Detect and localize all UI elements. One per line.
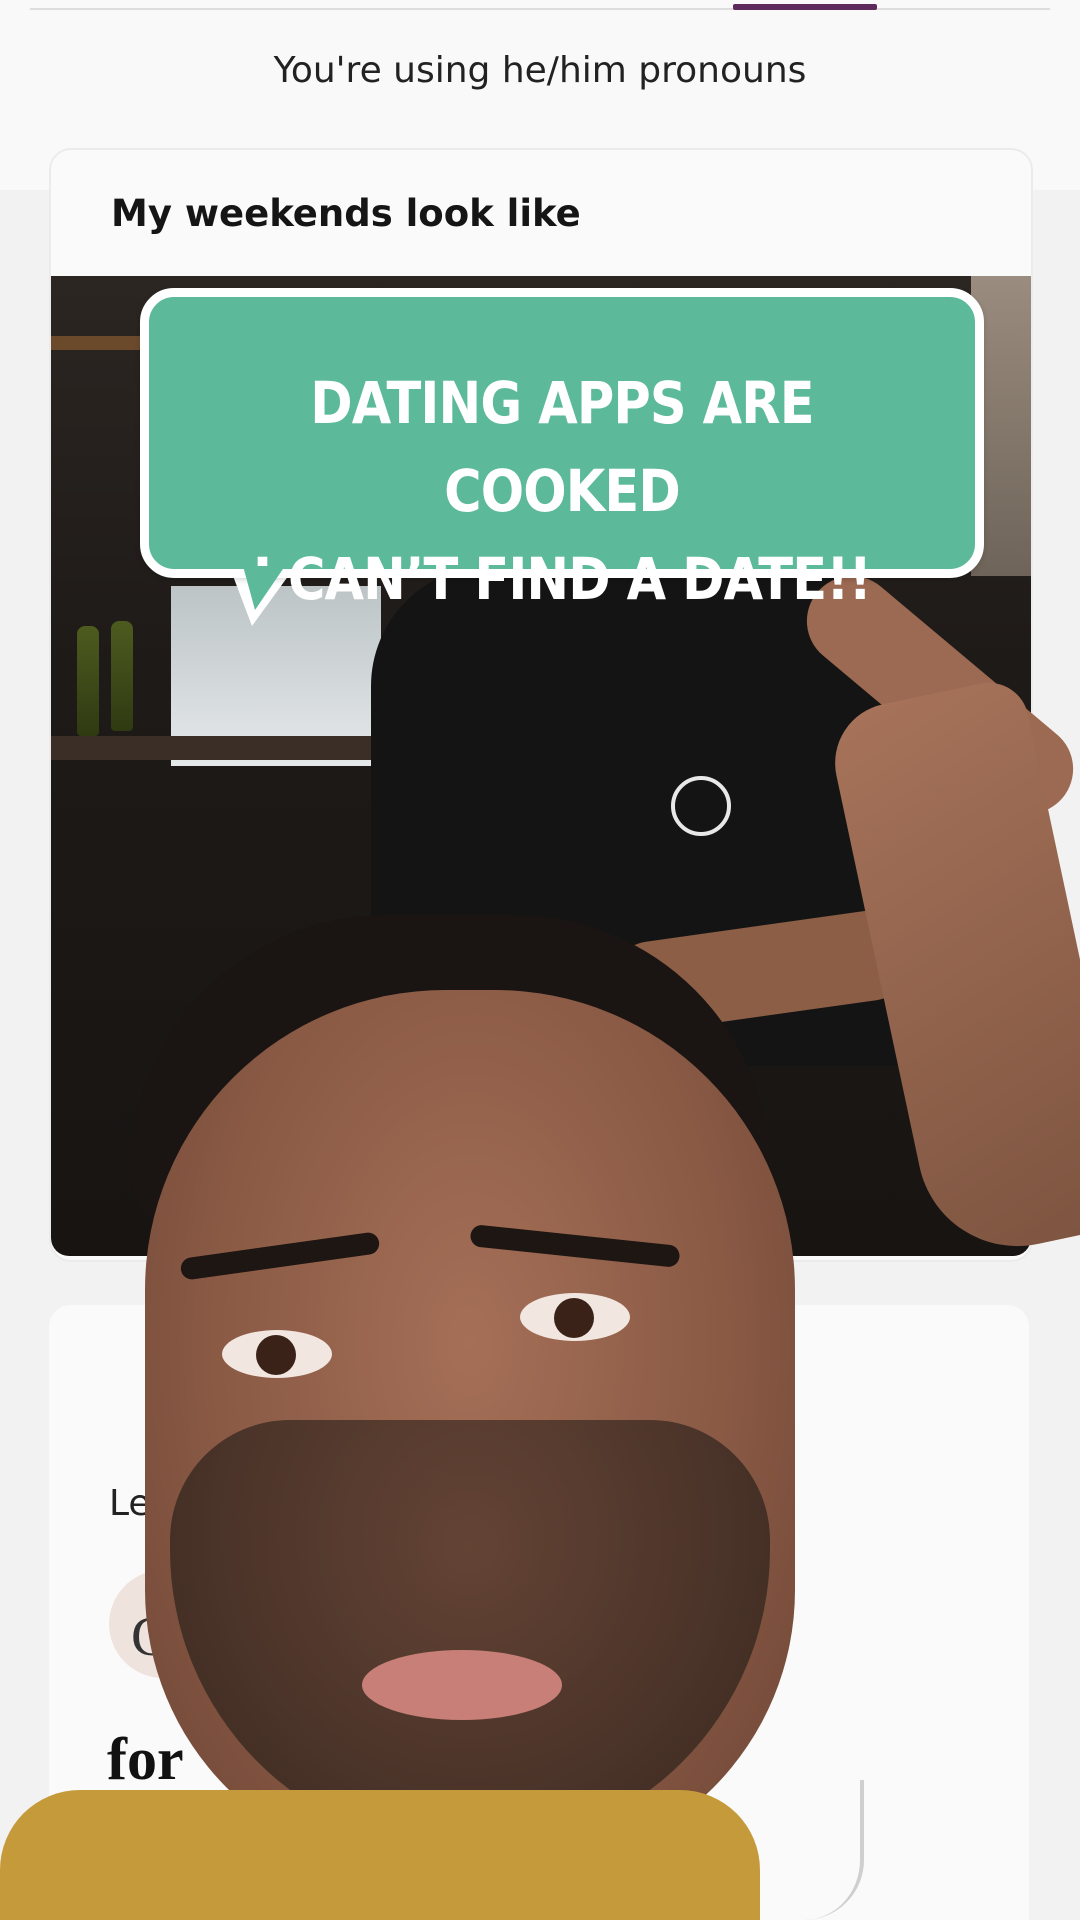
- photo-bottle: [111, 621, 133, 731]
- caption-line-1: DATING APPS ARE COOKED: [310, 369, 814, 525]
- prompt-card-2-body: for: [107, 1726, 184, 1792]
- prompt-card-2-pill-text: C: [131, 1606, 169, 1668]
- photo-counter: [51, 736, 411, 760]
- prompt-title: My weekends look like: [111, 192, 581, 235]
- pronouns-label: You're using he/him pronouns: [273, 50, 807, 91]
- active-tab-indicator[interactable]: [733, 4, 877, 10]
- app-screen: You're using he/him pronouns My weekends…: [0, 0, 1080, 1920]
- speech-bubble: DATING APPS ARE COOKED I CAN’T FIND A DA…: [140, 288, 984, 613]
- tab-divider: [30, 8, 1050, 10]
- speech-bubble-tail-fill: [243, 566, 285, 610]
- prompt-card-2[interactable]: Le C for: [49, 1305, 1029, 1920]
- photo-bottle: [77, 626, 99, 736]
- prompt-card-2-label: Le: [109, 1483, 151, 1524]
- shirt-logo-icon: [671, 776, 731, 836]
- speech-bubble-text: DATING APPS ARE COOKED I CAN’T FIND A DA…: [199, 359, 926, 623]
- caption-line-2: I CAN’T FIND A DATE!!: [252, 545, 872, 613]
